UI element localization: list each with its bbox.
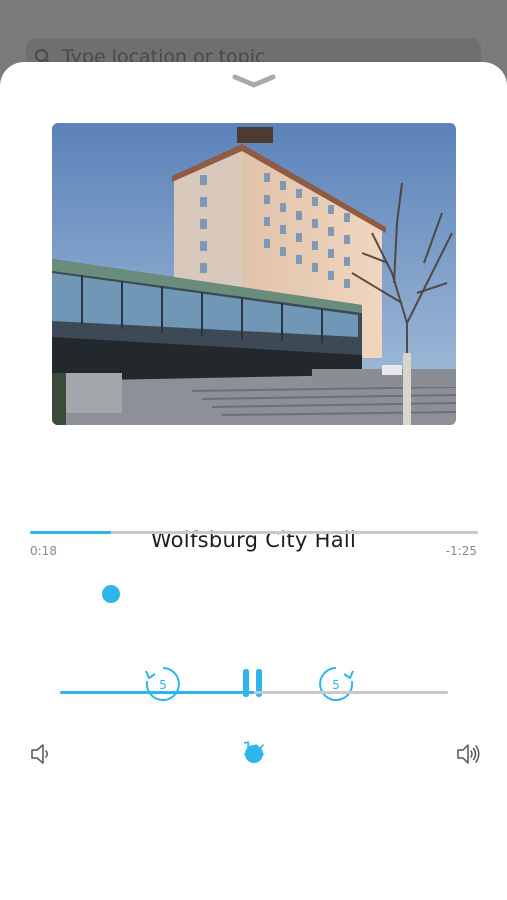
forward-5-icon[interactable]: 5 — [316, 664, 356, 704]
chevron-down-icon[interactable] — [232, 72, 276, 90]
landmark-photo — [52, 123, 456, 425]
audio-player-sheet: Wolfsburg City Hall — [0, 62, 507, 900]
rewind-seconds: 5 — [159, 678, 167, 692]
rewind-5-icon[interactable]: 5 — [143, 664, 183, 704]
elapsed-time: 0:18 — [30, 544, 57, 558]
progress-knob[interactable] — [102, 585, 120, 603]
progress-fill — [30, 531, 111, 534]
volume-fill — [60, 691, 254, 694]
playback-speed-button[interactable]: 1x — [0, 738, 507, 760]
remaining-time: -1:25 — [445, 544, 477, 558]
forward-seconds: 5 — [332, 678, 340, 692]
